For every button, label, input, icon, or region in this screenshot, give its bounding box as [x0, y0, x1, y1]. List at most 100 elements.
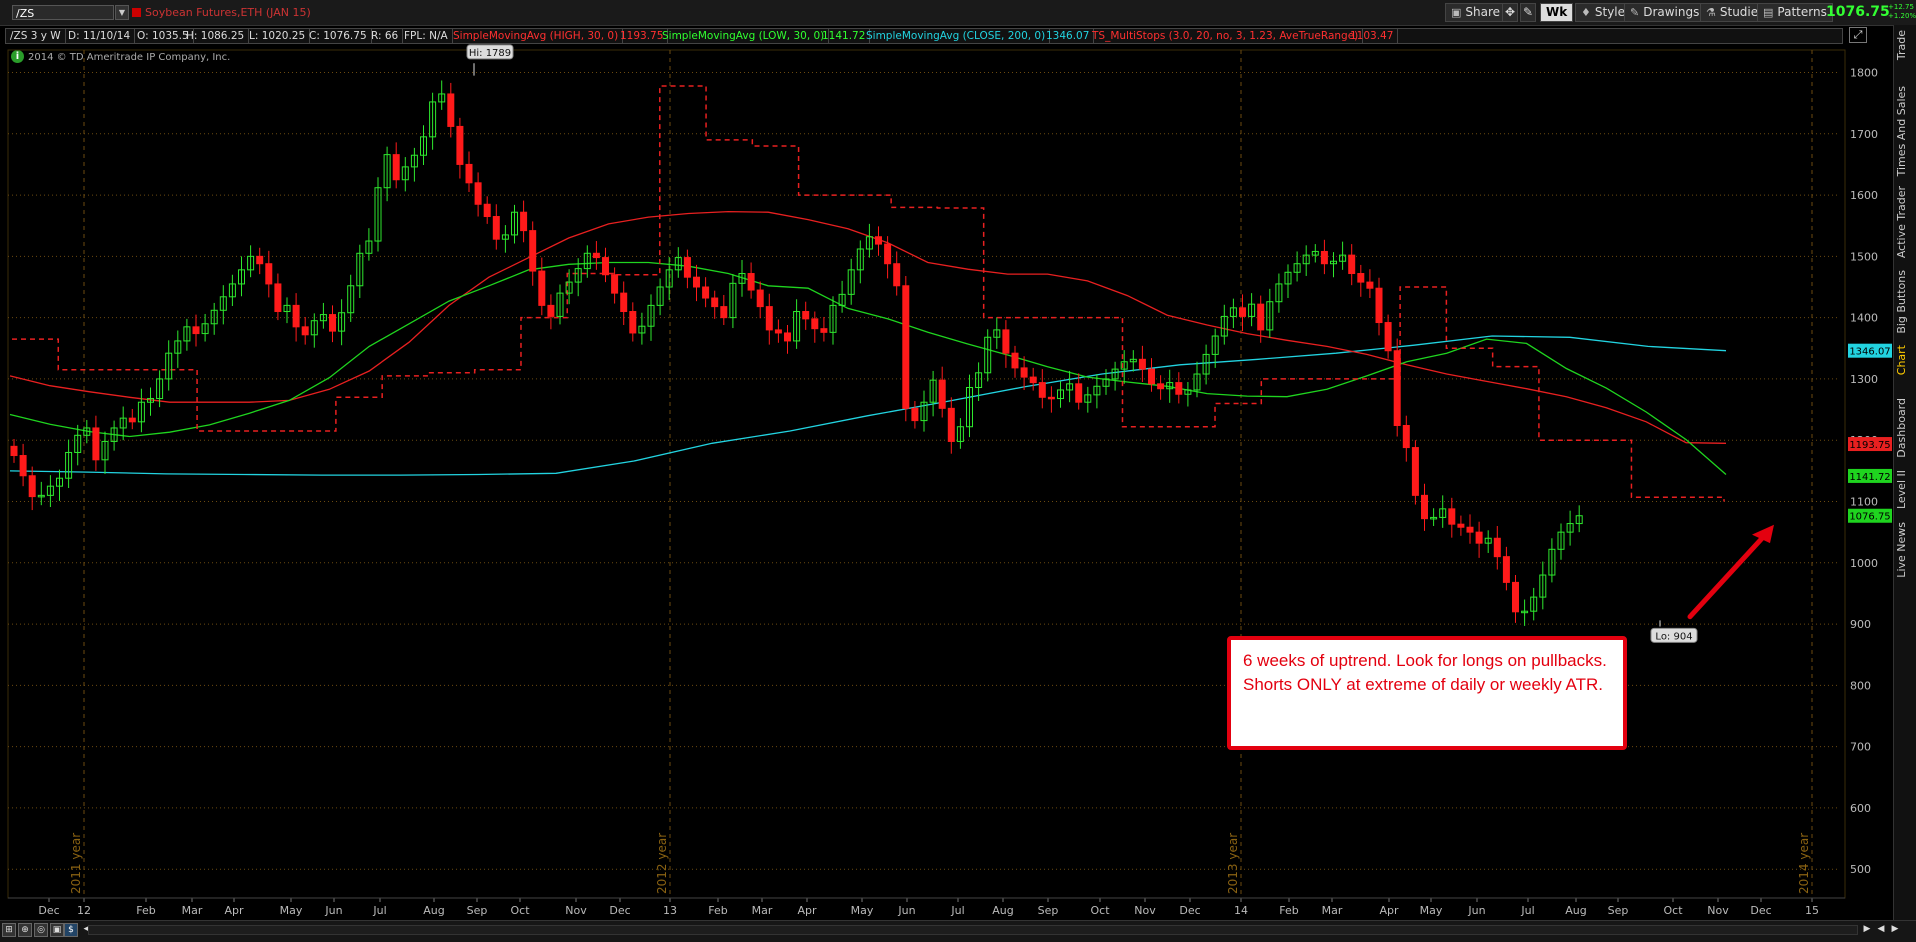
candle-body [28, 475, 36, 498]
x-tick-label: Dec [609, 904, 630, 917]
year-label: 2012 year [655, 833, 669, 894]
candle-body [1020, 367, 1028, 378]
y-tick-label: 700 [1850, 741, 1871, 754]
candle-body [875, 236, 882, 245]
candle-body [683, 257, 691, 278]
tab-active-trader[interactable]: Active Trader [1895, 186, 1908, 258]
candle-body [1493, 537, 1501, 558]
candle-body [720, 306, 728, 319]
candle-body [1421, 494, 1428, 520]
y-tick-label: 1300 [1850, 373, 1878, 386]
zoom-in-icon[interactable]: ▶ [1888, 923, 1902, 937]
dollar-icon[interactable]: $ [64, 923, 78, 937]
candle-body [1157, 383, 1165, 390]
chart-candles [10, 80, 1583, 626]
scroll-right-icon[interactable]: ▶ [1860, 923, 1874, 937]
candle-body [747, 273, 755, 291]
tab-level-ii[interactable]: Level II [1895, 470, 1908, 509]
sma-high-30-line [9, 210, 1727, 444]
x-tick-label: 14 [1234, 904, 1248, 917]
trade-note-annotation[interactable]: 6 weeks of uptrend. Look for longs on pu… [1227, 636, 1627, 750]
candle-body [702, 286, 710, 299]
x-tick-label: Oct [1663, 904, 1683, 917]
candle-body [547, 304, 555, 317]
x-tick-label: Jun [897, 904, 915, 917]
candle-body [19, 455, 27, 477]
candle-body [301, 326, 309, 336]
candle-body [1348, 254, 1356, 275]
trend-arrow-shaft [1687, 535, 1765, 620]
candle-body [1366, 281, 1374, 289]
tab-live-news[interactable]: Live News [1895, 522, 1908, 578]
candle-body [1457, 523, 1465, 528]
year-label: 2013 year [1226, 833, 1240, 894]
candle-body [611, 274, 619, 294]
candle-body [1384, 322, 1392, 352]
candle-body [1038, 382, 1046, 398]
y-tick-label: 1600 [1850, 189, 1878, 202]
crosshair-icon[interactable]: ⊕ [18, 923, 32, 937]
candle-body [529, 230, 537, 272]
candle-body [1320, 250, 1328, 265]
candle-body [820, 328, 828, 333]
y-tick-label: 1700 [1850, 128, 1878, 141]
x-tick-label: Dec [1750, 904, 1771, 917]
y-tick-label: 900 [1850, 618, 1871, 631]
price-badge: 1346.07 [1849, 347, 1890, 358]
plot-frame [7, 49, 1846, 899]
y-tick-label: 1800 [1850, 67, 1878, 80]
candle-body [1357, 273, 1365, 283]
tab-times-and-sales[interactable]: Times And Sales [1895, 86, 1908, 176]
candle-body [520, 211, 528, 232]
x-tick-label: Sep [467, 904, 488, 917]
tab-trade[interactable]: Trade [1895, 30, 1908, 60]
chart-grid: 2011 year 2012 year 2013 year 2014 year [7, 49, 1846, 899]
time-scrollbar[interactable] [88, 925, 1858, 935]
candle-body [756, 289, 764, 308]
candle-body [256, 255, 264, 265]
candle-body [893, 263, 901, 287]
chart-settings-icon[interactable]: ⤢ [1849, 27, 1867, 43]
candle-body [802, 311, 810, 320]
candle-body [265, 263, 273, 285]
candle-body [629, 311, 637, 334]
candle-body [784, 332, 791, 342]
x-tick-label: Feb [1279, 904, 1298, 917]
price-badge: 1141.72 [1849, 472, 1890, 483]
x-tick-label: Aug [992, 904, 1013, 917]
chart-studies [9, 85, 1727, 502]
candle-body [483, 203, 491, 218]
candle-body [1148, 368, 1155, 385]
candle-body [456, 125, 464, 165]
zoom-icon[interactable]: ◎ [34, 923, 48, 937]
high-label: Hi: 1789 [469, 48, 511, 59]
x-tick-label: 15 [1805, 904, 1819, 917]
x-tick-label: Dec [38, 904, 59, 917]
candle-body [911, 407, 919, 422]
candle-body [1393, 350, 1401, 427]
tab-chart[interactable]: Chart [1895, 345, 1908, 375]
camera-icon[interactable]: ▣ [50, 923, 64, 937]
x-tick-label: Apr [224, 904, 244, 917]
y-tick-label: 500 [1850, 863, 1871, 876]
candle-body [938, 379, 946, 409]
price-chart[interactable]: 2011 year 2012 year 2013 year 2014 year 500… [0, 0, 1893, 920]
candle-body [1138, 358, 1146, 370]
candle-body [947, 407, 955, 442]
layout-icon[interactable]: ⊞ [2, 923, 16, 937]
candle-body [1502, 556, 1510, 583]
tab-dashboard[interactable]: Dashboard [1895, 398, 1908, 458]
y-tick-label: 1100 [1850, 495, 1878, 508]
candle-body [329, 314, 336, 332]
candle-body [128, 417, 136, 423]
y-tick-label: 800 [1850, 679, 1871, 692]
x-tick-label: Nov [1707, 904, 1729, 917]
y-tick-label: 1500 [1850, 250, 1878, 263]
zoom-out-icon[interactable]: ◀ [1874, 923, 1888, 937]
year-label: 2011 year [69, 833, 83, 894]
y-tick-label: 600 [1850, 802, 1871, 815]
candle-body [1402, 425, 1410, 449]
x-tick-label: Dec [1179, 904, 1200, 917]
tab-big-buttons[interactable]: Big Buttons [1895, 270, 1908, 334]
x-tick-label: Nov [565, 904, 587, 917]
